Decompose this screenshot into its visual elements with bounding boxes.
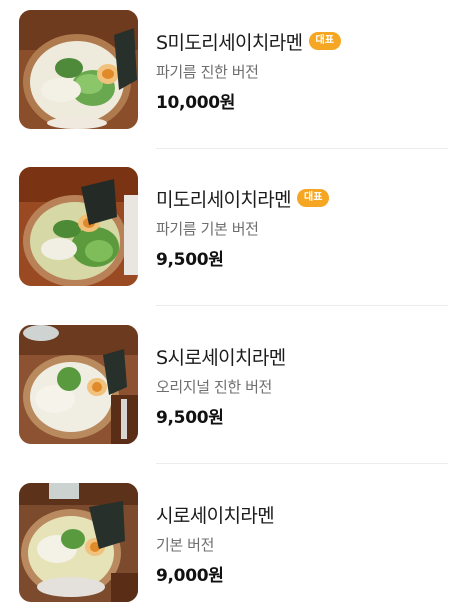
menu-item-price: 9,500원 <box>156 408 224 428</box>
menu-item-description: 파기름 진한 버전 <box>156 63 259 81</box>
ramen-photo <box>19 325 138 444</box>
ramen-photo <box>19 167 138 286</box>
divider <box>156 305 448 306</box>
menu-item-name: 시로세이치라멘 <box>156 504 275 527</box>
divider <box>156 463 448 464</box>
signature-badge: 대표 <box>308 32 341 50</box>
menu-item-price: 9,500원 <box>156 250 224 270</box>
menu-item-name: S시로세이치라멘 <box>156 346 286 369</box>
menu-item-price: 10,000원 <box>156 93 236 113</box>
ramen-photo <box>19 483 138 602</box>
divider <box>156 148 448 149</box>
menu-item-name: S미도리세이치라멘 <box>156 31 303 54</box>
menu-item-description: 파기름 기본 버전 <box>156 220 259 238</box>
menu-item-name: 미도리세이치라멘 <box>156 188 292 211</box>
menu-item[interactable]: 시로세이치라멘 기본 버전 9,000원 <box>0 473 466 611</box>
menu-item-description: 기본 버전 <box>156 536 214 554</box>
menu-item-description: 오리지널 진한 버전 <box>156 378 272 396</box>
ramen-photo <box>19 10 138 129</box>
menu-item[interactable]: S시로세이치라멘 오리지널 진한 버전 9,500원 <box>0 315 466 472</box>
signature-badge: 대표 <box>297 189 330 207</box>
menu-item[interactable]: 미도리세이치라멘 대표 파기름 기본 버전 9,500원 <box>0 157 466 314</box>
menu-list: S미도리세이치라멘 대표 파기름 진한 버전 10,000원 미도리세이치라멘 … <box>0 0 466 611</box>
menu-item-price: 9,000원 <box>156 566 224 586</box>
menu-item[interactable]: S미도리세이치라멘 대표 파기름 진한 버전 10,000원 <box>0 0 466 157</box>
